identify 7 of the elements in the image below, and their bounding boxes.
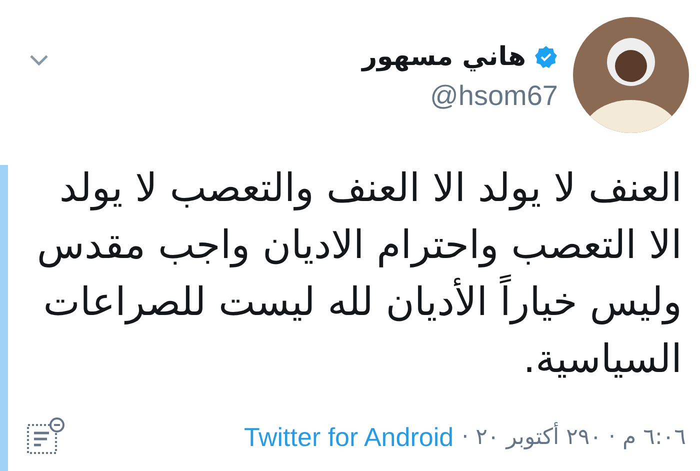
list-icon[interactable] <box>25 417 65 457</box>
source-link[interactable]: Twitter for Android <box>244 422 454 452</box>
author-handle[interactable]: @hsom67 <box>430 80 558 112</box>
tweet-timestamp: ٦:٠٦ م · ٢٩٠ أكتوبر ٢٠ · <box>462 424 686 450</box>
tweet-text: العنف لا يولد الا العنف والتعصب لا يولد الا التعصب واحترام الاديان واجب مقدس وليس خياراً الأديان لله ليست للصراعات السياسية. <box>36 165 682 384</box>
author-name[interactable]: هاني مسهور <box>362 42 526 72</box>
chevron-down-icon[interactable] <box>29 54 49 66</box>
